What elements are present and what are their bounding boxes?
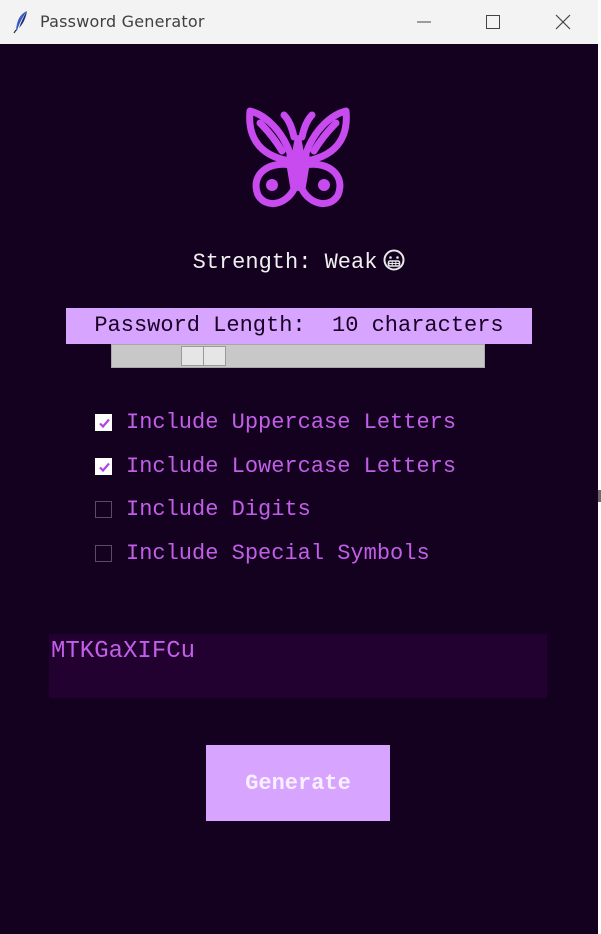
generate-button[interactable]: Generate [206,745,390,821]
slider-grip [203,347,204,365]
option-uppercase[interactable]: Include Uppercase Letters [95,409,456,435]
option-label: Include Digits [126,496,311,522]
maximize-icon [486,15,500,29]
uppercase-checkbox[interactable] [95,413,112,431]
close-button[interactable] [540,0,586,44]
minimize-icon [417,21,431,23]
special-symbols-checkbox[interactable] [95,544,112,562]
minimize-button[interactable] [401,0,447,44]
feather-icon [12,10,32,34]
checkmark-icon [99,462,110,472]
option-special-symbols[interactable]: Include Special Symbols [95,540,430,566]
option-label: Include Special Symbols [126,540,430,566]
option-label: Include Uppercase Letters [126,409,457,435]
lowercase-checkbox[interactable] [95,457,112,475]
option-lowercase[interactable]: Include Lowercase Letters [95,453,456,479]
maximize-button[interactable] [470,0,516,44]
slider-thumb[interactable] [181,346,226,366]
butterfly-icon [242,101,354,213]
digits-checkbox[interactable] [95,500,112,518]
strength-indicator: Strength: Weak [0,249,598,278]
length-slider[interactable] [111,344,485,368]
close-icon [555,14,571,30]
option-digits[interactable]: Include Digits [95,496,311,522]
checkmark-icon [99,418,110,428]
password-length-label: Password Length: 10 characters [66,308,532,344]
app-body: Strength: Weak Password Length: 10 chara… [0,44,598,934]
grimacing-face-icon [383,249,405,278]
option-label: Include Lowercase Letters [126,453,457,479]
window-title: Password Generator [40,12,205,31]
strength-label: Strength: Weak [192,250,378,275]
password-output[interactable]: MTKGaXIFCu [49,634,547,698]
title-bar: Password Generator [0,0,598,44]
